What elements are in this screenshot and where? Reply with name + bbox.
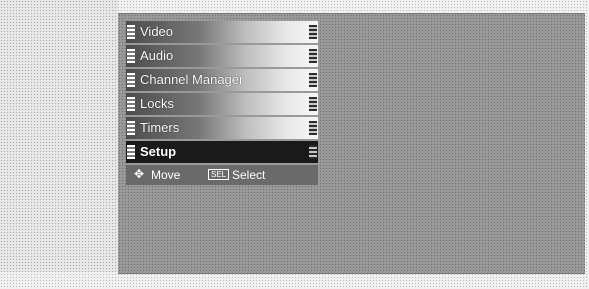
four-way-arrow-icon: ✥: [134, 167, 145, 181]
menu-item-label: Setup: [140, 144, 177, 159]
menu-item-timers[interactable]: Timers: [126, 117, 318, 139]
left-margin: [0, 0, 118, 272]
menu-item-label: Channel Manager: [140, 72, 244, 87]
item-marker-left-icon: [127, 73, 135, 87]
item-marker-left-icon: [127, 25, 135, 39]
main-menu: Video Audio Channel Manager Locks Timers…: [126, 21, 318, 185]
menu-item-setup[interactable]: Setup: [126, 141, 318, 163]
item-marker-right-icon: [309, 49, 317, 63]
item-marker-right-icon: [309, 145, 317, 159]
tv-screen: Video Audio Channel Manager Locks Timers…: [118, 13, 585, 274]
item-marker-right-icon: [309, 97, 317, 111]
menu-item-channel-manager[interactable]: Channel Manager: [126, 69, 318, 91]
menu-item-label: Locks: [140, 96, 174, 111]
move-hint: Move: [151, 168, 181, 182]
item-marker-left-icon: [127, 145, 135, 159]
sel-key-icon: SEL: [208, 169, 230, 180]
help-bar: ✥ Move SEL Select: [126, 165, 318, 185]
menu-item-label: Audio: [140, 48, 174, 63]
page-frame: Video Audio Channel Manager Locks Timers…: [0, 0, 589, 289]
menu-item-locks[interactable]: Locks: [126, 93, 318, 115]
select-hint: Select: [232, 168, 266, 182]
menu-item-video[interactable]: Video: [126, 21, 318, 43]
item-marker-right-icon: [309, 25, 317, 39]
item-marker-left-icon: [127, 49, 135, 63]
menu-item-label: Timers: [140, 120, 180, 135]
item-marker-right-icon: [309, 73, 317, 87]
menu-item-label: Video: [140, 24, 174, 39]
item-marker-right-icon: [309, 121, 317, 135]
item-marker-left-icon: [127, 121, 135, 135]
menu-item-audio[interactable]: Audio: [126, 45, 318, 67]
item-marker-left-icon: [127, 97, 135, 111]
